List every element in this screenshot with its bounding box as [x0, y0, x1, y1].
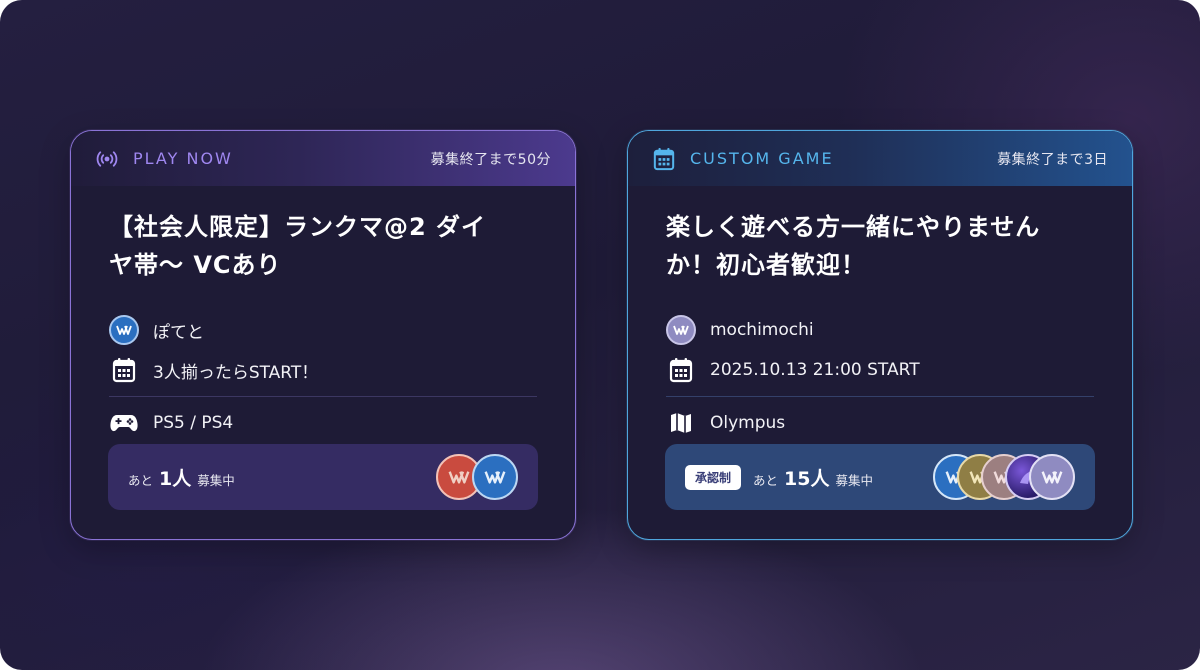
card-type-label: PLAY NOW [133, 149, 233, 168]
background: PLAY NOW 募集終了まで50分 【社会人限定】ランクマ@2 ダイ ヤ帯〜 … [0, 0, 1200, 670]
recruiting-label: 募集中 [835, 472, 873, 488]
remaining-count: 1人 [159, 467, 192, 490]
recruit-deadline: 募集終了まで3日 [997, 151, 1108, 168]
calendar-icon [652, 147, 676, 171]
member-avatars [436, 454, 518, 500]
card-type-label: CUSTOM GAME [690, 149, 834, 168]
schedule-row: 2025.10.13 21:00 START [666, 350, 1094, 390]
member-avatar[interactable] [472, 454, 518, 500]
host-row: ぽてと [109, 310, 537, 350]
recruit-status-bar: あと 1人 募集中 [108, 444, 538, 510]
host-name[interactable]: mochimochi [710, 320, 814, 340]
lobby-card-custom-game[interactable]: CUSTOM GAME 募集終了まで3日 楽しく遊べる方一緒にやりません か！初… [627, 130, 1133, 540]
map-icon [666, 408, 696, 438]
member-avatars [933, 454, 1075, 500]
divider [666, 396, 1094, 397]
calendar-icon [109, 355, 139, 385]
host-row: mochimochi [666, 310, 1094, 350]
remaining-prefix: あと [128, 472, 154, 488]
card-title-line: か！初心者歓迎！ [666, 251, 866, 279]
schedule-row: 3人揃ったらSTART！ [109, 350, 537, 390]
platform-text: PS5 / PS4 [153, 413, 234, 433]
gamepad-icon [109, 408, 139, 438]
card-title-line: ヤ帯〜 VCあり [109, 251, 282, 279]
map-name: Olympus [710, 413, 786, 433]
card-title[interactable]: 楽しく遊べる方一緒にやりません か！初心者歓迎！ [666, 208, 1094, 288]
calendar-icon [666, 355, 696, 385]
recruit-deadline: 募集終了まで50分 [430, 151, 551, 168]
card-title-line: 【社会人限定】ランクマ@2 ダイ [109, 213, 487, 241]
remaining-count: 15人 [784, 467, 830, 490]
card-title[interactable]: 【社会人限定】ランクマ@2 ダイ ヤ帯〜 VCあり [109, 208, 537, 288]
approval-badge: 承認制 [685, 464, 742, 490]
schedule-text: 3人揃ったらSTART！ [153, 362, 319, 383]
recruiting-label: 募集中 [197, 472, 235, 488]
map-row: Olympus [666, 403, 1094, 443]
broadcast-icon [95, 147, 119, 171]
lobby-card-play-now[interactable]: PLAY NOW 募集終了まで50分 【社会人限定】ランクマ@2 ダイ ヤ帯〜 … [70, 130, 576, 540]
divider [109, 396, 537, 397]
recruit-status-bar: 承認制 あと 15人 募集中 [665, 444, 1095, 510]
remaining-prefix: あと [753, 472, 779, 488]
host-avatar[interactable] [109, 315, 139, 345]
host-avatar[interactable] [666, 315, 696, 345]
member-avatar[interactable] [1029, 454, 1075, 500]
card-header: PLAY NOW 募集終了まで50分 [71, 131, 575, 186]
platform-row: PS5 / PS4 [109, 403, 537, 443]
card-title-line: 楽しく遊べる方一緒にやりません [666, 213, 1041, 241]
host-name[interactable]: ぽてと [153, 318, 204, 343]
card-header: CUSTOM GAME 募集終了まで3日 [628, 131, 1132, 186]
schedule-text: 2025.10.13 21:00 START [710, 360, 920, 380]
